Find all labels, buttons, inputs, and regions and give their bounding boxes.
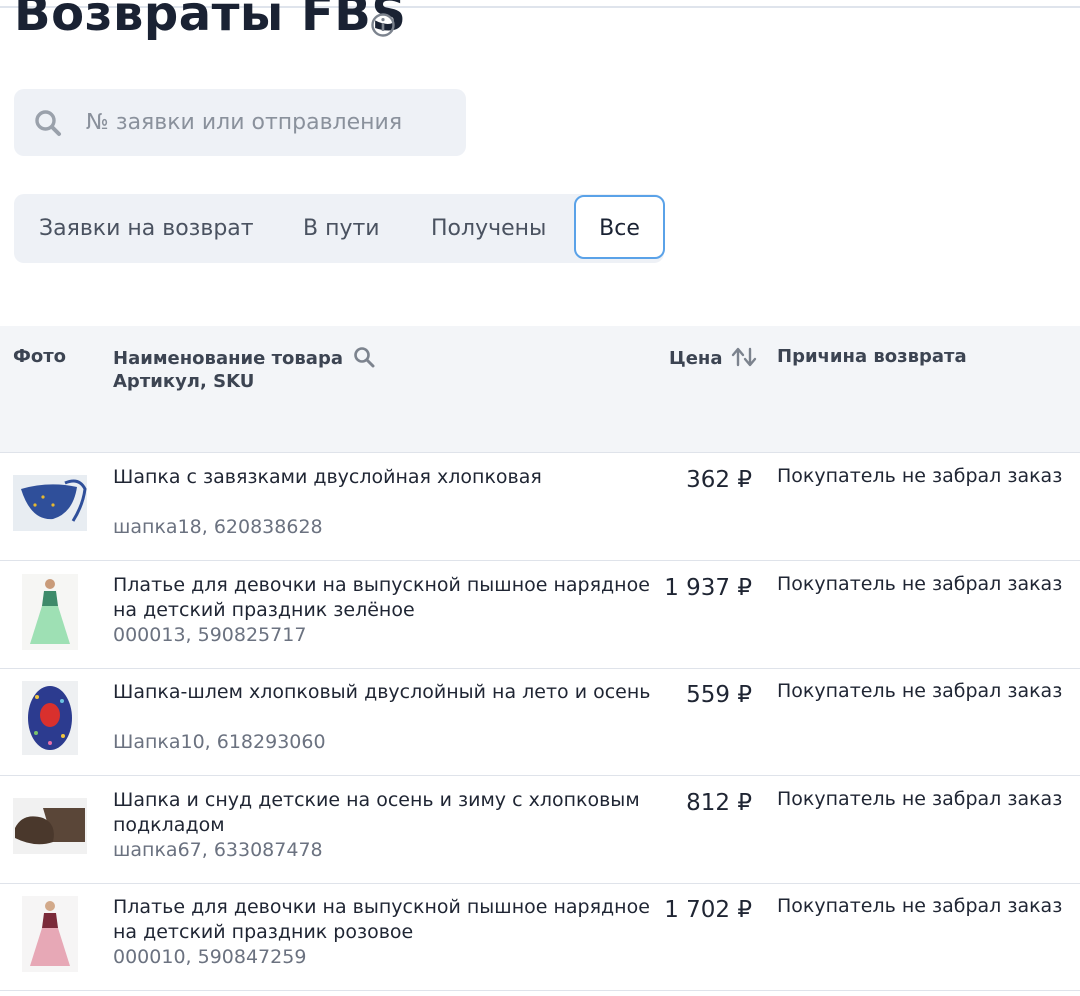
return-reason: Покупатель не забрал заказ — [777, 895, 1063, 917]
product-name[interactable]: Шапка с завязками двуслойная хлопковая — [113, 465, 653, 490]
column-photo: Фото — [13, 346, 67, 367]
column-name-label: Наименование товара — [113, 348, 343, 369]
sort-icon[interactable] — [731, 346, 757, 368]
table-row[interactable]: Платье для девочки на выпускной пышное н… — [0, 561, 1080, 669]
tab-all[interactable]: Все — [574, 195, 665, 259]
return-reason: Покупатель не забрал заказ — [777, 465, 1063, 487]
product-article: 000010, 590847259 — [113, 946, 307, 968]
product-name[interactable]: Шапка и снуд детские на осень и зиму с х… — [113, 788, 653, 838]
product-price: 559 ₽ — [686, 682, 752, 708]
brown-hat-snood-image — [13, 798, 87, 854]
product-name[interactable]: Платье для девочки на выпускной пышное н… — [113, 895, 653, 945]
product-name[interactable]: Шапка-шлем хлопковый двуслойный на лето … — [113, 680, 653, 705]
search-input[interactable] — [86, 89, 456, 156]
column-return-reason: Причина возврата — [777, 346, 967, 367]
tab-received[interactable]: Получены — [431, 194, 546, 263]
table-row[interactable]: Шапка и снуд детские на осень и зиму с х… — [0, 776, 1080, 884]
pink-dress-image — [22, 896, 78, 972]
patterned-helmet-hat-image — [22, 681, 78, 755]
green-dress-image — [22, 574, 78, 650]
table-row[interactable]: Платье для девочки на выпускной пышное н… — [0, 883, 1080, 991]
table-row[interactable]: Шапка с завязками двуслойная хлопковая ш… — [0, 453, 1080, 561]
column-name[interactable]: Наименование товара — [113, 346, 375, 369]
return-reason: Покупатель не забрал заказ — [777, 573, 1063, 595]
product-price: 362 ₽ — [686, 467, 752, 493]
column-price[interactable]: Цена — [669, 346, 757, 369]
status-tabs: Заявки на возврат В пути Получены Все — [14, 194, 665, 263]
product-price: 1 937 ₽ — [664, 575, 752, 601]
blue-hat-image — [13, 475, 87, 531]
tab-return-requests[interactable]: Заявки на возврат — [39, 194, 254, 263]
tab-in-transit[interactable]: В пути — [303, 194, 380, 263]
table-row[interactable]: Шапка-шлем хлопковый двуслойный на лето … — [0, 668, 1080, 776]
info-icon[interactable] — [370, 12, 396, 38]
product-article: 000013, 590825717 — [113, 624, 307, 646]
product-article: шапка67, 633087478 — [113, 839, 323, 861]
product-article: Шапка10, 618293060 — [113, 731, 326, 753]
product-price: 1 702 ₽ — [664, 897, 752, 923]
column-article-sku: Артикул, SKU — [113, 371, 255, 392]
search-box[interactable] — [14, 89, 466, 156]
product-price: 812 ₽ — [686, 790, 752, 816]
search-icon[interactable] — [353, 346, 375, 368]
table-header: Фото Наименование товара Артикул, SKU Це… — [0, 326, 1080, 453]
search-icon — [35, 110, 61, 136]
return-reason: Покупатель не забрал заказ — [777, 680, 1063, 702]
page-title: Возвраты FBS — [14, 0, 407, 42]
product-name[interactable]: Платье для девочки на выпускной пышное н… — [113, 573, 653, 623]
product-article: шапка18, 620838628 — [113, 516, 323, 538]
column-price-label: Цена — [669, 348, 723, 369]
return-reason: Покупатель не забрал заказ — [777, 788, 1063, 810]
